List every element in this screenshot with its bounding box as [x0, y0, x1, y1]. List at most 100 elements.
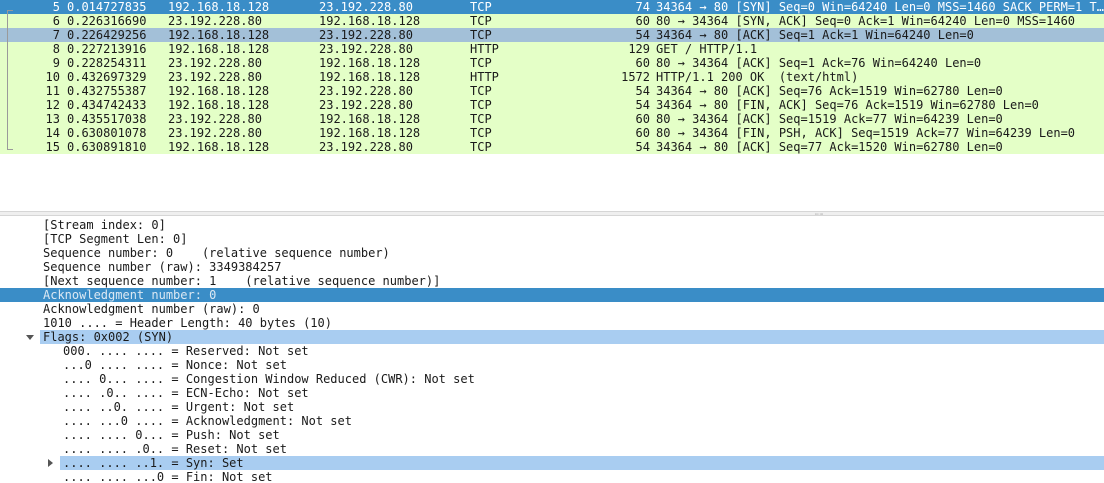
- packet-row[interactable]: 9 0.228254311 23.192.228.80 192.168.18.128 T…: [0, 56, 1104, 70]
- detail-tree-item[interactable]: .... .... .0.. = Reset: Not set: [0, 442, 1104, 456]
- packet-time-cell: 0.630801078: [67, 126, 147, 140]
- detail-tree-label: .... .... 0... = Push: Not set: [63, 428, 280, 442]
- detail-tree-label: ...0 .... .... = Nonce: Not set: [63, 358, 287, 372]
- packet-list-pane[interactable]: 5 0.014727835 192.168.18.128 23.192.228.80 T…: [0, 0, 1104, 210]
- packet-info-cell: 80 → 34364 [ACK] Seq=1519 Ack=77 Win=642…: [656, 112, 1003, 126]
- packet-proto-cell: TCP: [470, 28, 492, 42]
- packet-len-cell: 60: [635, 56, 650, 70]
- detail-tree-label: Sequence number (raw): 3349384257: [43, 260, 282, 274]
- packet-row[interactable]: 14 0.630801078 23.192.228.80 192.168.18.128…: [0, 126, 1104, 140]
- packet-src-cell: 23.192.228.80: [168, 14, 262, 28]
- packet-time-cell: 0.227213916: [67, 42, 147, 56]
- packet-len-cell: 1572: [621, 70, 650, 84]
- packet-details-pane[interactable]: [Stream index: 0] [TCP Segment Len: 0] Seq…: [0, 218, 1104, 483]
- packet-src-cell: 23.192.228.80: [168, 70, 262, 84]
- packet-src-cell: 23.192.228.80: [168, 112, 262, 126]
- pane-splitter[interactable]: ⋯⋯: [0, 211, 1104, 218]
- detail-tree-label: 000. .... .... = Reserved: Not set: [63, 344, 309, 358]
- packet-time-cell: 0.432755387: [67, 84, 147, 98]
- packet-row[interactable]: 8 0.227213916 192.168.18.128 23.192.228.80 H…: [0, 42, 1104, 56]
- packet-dst-cell: 192.168.18.128: [319, 70, 421, 84]
- packet-row[interactable]: 10 0.432697329 23.192.228.80 192.168.18.128…: [0, 70, 1104, 84]
- packet-dst-cell: 23.192.228.80: [319, 84, 413, 98]
- packet-info-cell: 80 → 34364 [ACK] Seq=1 Ack=76 Win=64240 …: [656, 56, 982, 70]
- detail-tree-item[interactable]: .... .... 0... = Push: Not set: [0, 428, 1104, 442]
- detail-tree-item[interactable]: [TCP Segment Len: 0]: [0, 232, 1104, 246]
- conversation-bracket-icon: [7, 10, 13, 150]
- packet-len-cell: 129: [628, 42, 650, 56]
- packet-dst-cell: 192.168.18.128: [319, 126, 421, 140]
- packet-time-cell: 0.432697329: [67, 70, 147, 84]
- detail-tree-item[interactable]: .... .0.. .... = ECN-Echo: Not set: [0, 386, 1104, 400]
- packet-row[interactable]: 15 0.630891810 192.168.18.128 23.192.228.80…: [0, 140, 1104, 154]
- packet-row[interactable]: 7 0.226429256 192.168.18.128 23.192.228.80 T…: [0, 28, 1104, 42]
- packet-info-cell: 34364 → 80 [FIN, ACK] Seq=76 Ack=1519 Wi…: [656, 98, 1039, 112]
- packet-row[interactable]: 12 0.434742433 192.168.18.128 23.192.228.80…: [0, 98, 1104, 112]
- packet-src-cell: 192.168.18.128: [168, 42, 270, 56]
- packet-len-cell: 54: [635, 28, 650, 42]
- detail-tree-item[interactable]: ...0 .... .... = Nonce: Not set: [0, 358, 1104, 372]
- expand-arrow-down-icon[interactable]: [26, 335, 34, 340]
- packet-proto-cell: TCP: [470, 84, 492, 98]
- packet-dst-cell: 23.192.228.80: [319, 42, 413, 56]
- detail-tree-item[interactable]: Acknowledgment number (raw): 0: [0, 302, 1104, 316]
- packet-proto-cell: TCP: [470, 56, 492, 70]
- packet-len-cell: 60: [635, 126, 650, 140]
- packet-time-cell: 0.435517038: [67, 112, 147, 126]
- packet-len-cell: 60: [635, 112, 650, 126]
- packet-row[interactable]: 13 0.435517038 23.192.228.80 192.168.18.128…: [0, 112, 1104, 126]
- packet-info-cell: 34364 → 80 [SYN] Seq=0 Win=64240 Len=0 M…: [656, 0, 1104, 14]
- packet-dst-cell: 23.192.228.80: [319, 28, 413, 42]
- packet-src-cell: 192.168.18.128: [168, 98, 270, 112]
- detail-tree-item[interactable]: 1010 .... = Header Length: 40 bytes (10): [0, 316, 1104, 330]
- packet-proto-cell: TCP: [470, 112, 492, 126]
- packet-info-cell: 80 → 34364 [SYN, ACK] Seq=0 Ack=1 Win=64…: [656, 14, 1076, 28]
- packet-proto-cell: HTTP: [470, 42, 499, 56]
- detail-tree-item[interactable]: [Stream index: 0]: [0, 218, 1104, 232]
- packet-proto-cell: TCP: [470, 126, 492, 140]
- detail-tree-label: .... .0.. .... = ECN-Echo: Not set: [63, 386, 309, 400]
- detail-tree-item[interactable]: Flags: 0x002 (SYN): [26, 330, 1104, 344]
- detail-tree-label: Acknowledgment number (raw): 0: [43, 302, 260, 316]
- packet-src-cell: 192.168.18.128: [168, 140, 270, 154]
- packet-proto-cell: TCP: [470, 98, 492, 112]
- packet-row[interactable]: 11 0.432755387 192.168.18.128 23.192.228.80…: [0, 84, 1104, 98]
- packet-src-cell: 192.168.18.128: [168, 0, 270, 14]
- detail-tree-label: .... 0... .... = Congestion Window Reduc…: [63, 372, 475, 386]
- detail-tree-label: [Next sequence number: 1 (relative seque…: [43, 274, 441, 288]
- detail-tree-label: Sequence number: 0 (relative sequence nu…: [43, 246, 390, 260]
- packet-dst-cell: 192.168.18.128: [319, 14, 421, 28]
- packet-time-cell: 0.014727835: [67, 0, 147, 14]
- expand-arrow-right-icon[interactable]: [48, 459, 53, 467]
- packet-len-cell: 74: [635, 0, 650, 14]
- packet-dst-cell: 192.168.18.128: [319, 112, 421, 126]
- detail-tree-item[interactable]: Sequence number (raw): 3349384257: [0, 260, 1104, 274]
- detail-tree-item[interactable]: .... ..0. .... = Urgent: Not set: [0, 400, 1104, 414]
- packet-src-cell: 23.192.228.80: [168, 126, 262, 140]
- detail-tree-item[interactable]: .... ...0 .... = Acknowledgment: Not set: [0, 414, 1104, 428]
- detail-tree-label: [Stream index: 0]: [43, 218, 166, 232]
- detail-tree-label: .... ..0. .... = Urgent: Not set: [63, 400, 295, 414]
- packet-dst-cell: 192.168.18.128: [319, 56, 421, 70]
- packet-time-cell: 0.226429256: [67, 28, 147, 42]
- packet-src-cell: 192.168.18.128: [168, 28, 270, 42]
- detail-tree-item[interactable]: .... .... ...0 = Fin: Not set: [0, 470, 1104, 483]
- detail-tree-label: .... .... ...0 = Fin: Not set: [63, 470, 273, 483]
- packet-src-cell: 23.192.228.80: [168, 56, 262, 70]
- packet-info-cell: GET / HTTP/1.1: [656, 42, 758, 56]
- packet-row[interactable]: 6 0.226316690 23.192.228.80 192.168.18.128 T…: [0, 14, 1104, 28]
- detail-tree-item[interactable]: [Next sequence number: 1 (relative seque…: [0, 274, 1104, 288]
- packet-dst-cell: 23.192.228.80: [319, 0, 413, 14]
- packet-time-cell: 0.434742433: [67, 98, 147, 112]
- packet-row[interactable]: 5 0.014727835 192.168.18.128 23.192.228.80 T…: [0, 0, 1104, 14]
- detail-tree-item[interactable]: .... .... ..1. = Syn: Set: [48, 456, 1104, 470]
- detail-tree-item[interactable]: 000. .... .... = Reserved: Not set: [0, 344, 1104, 358]
- detail-tree-item[interactable]: .... 0... .... = Congestion Window Reduc…: [0, 372, 1104, 386]
- packet-info-cell: 34364 → 80 [ACK] Seq=76 Ack=1519 Win=627…: [656, 84, 1003, 98]
- splitter-grip-icon: ⋯⋯: [815, 211, 825, 218]
- packet-details-tree: [Stream index: 0] [TCP Segment Len: 0] Seq…: [0, 218, 1104, 483]
- detail-tree-label: .... ...0 .... = Acknowledgment: Not set: [63, 414, 352, 428]
- detail-tree-item[interactable]: Acknowledgment number: 0: [0, 288, 1104, 302]
- packet-len-cell: 54: [635, 84, 650, 98]
- detail-tree-item[interactable]: Sequence number: 0 (relative sequence nu…: [0, 246, 1104, 260]
